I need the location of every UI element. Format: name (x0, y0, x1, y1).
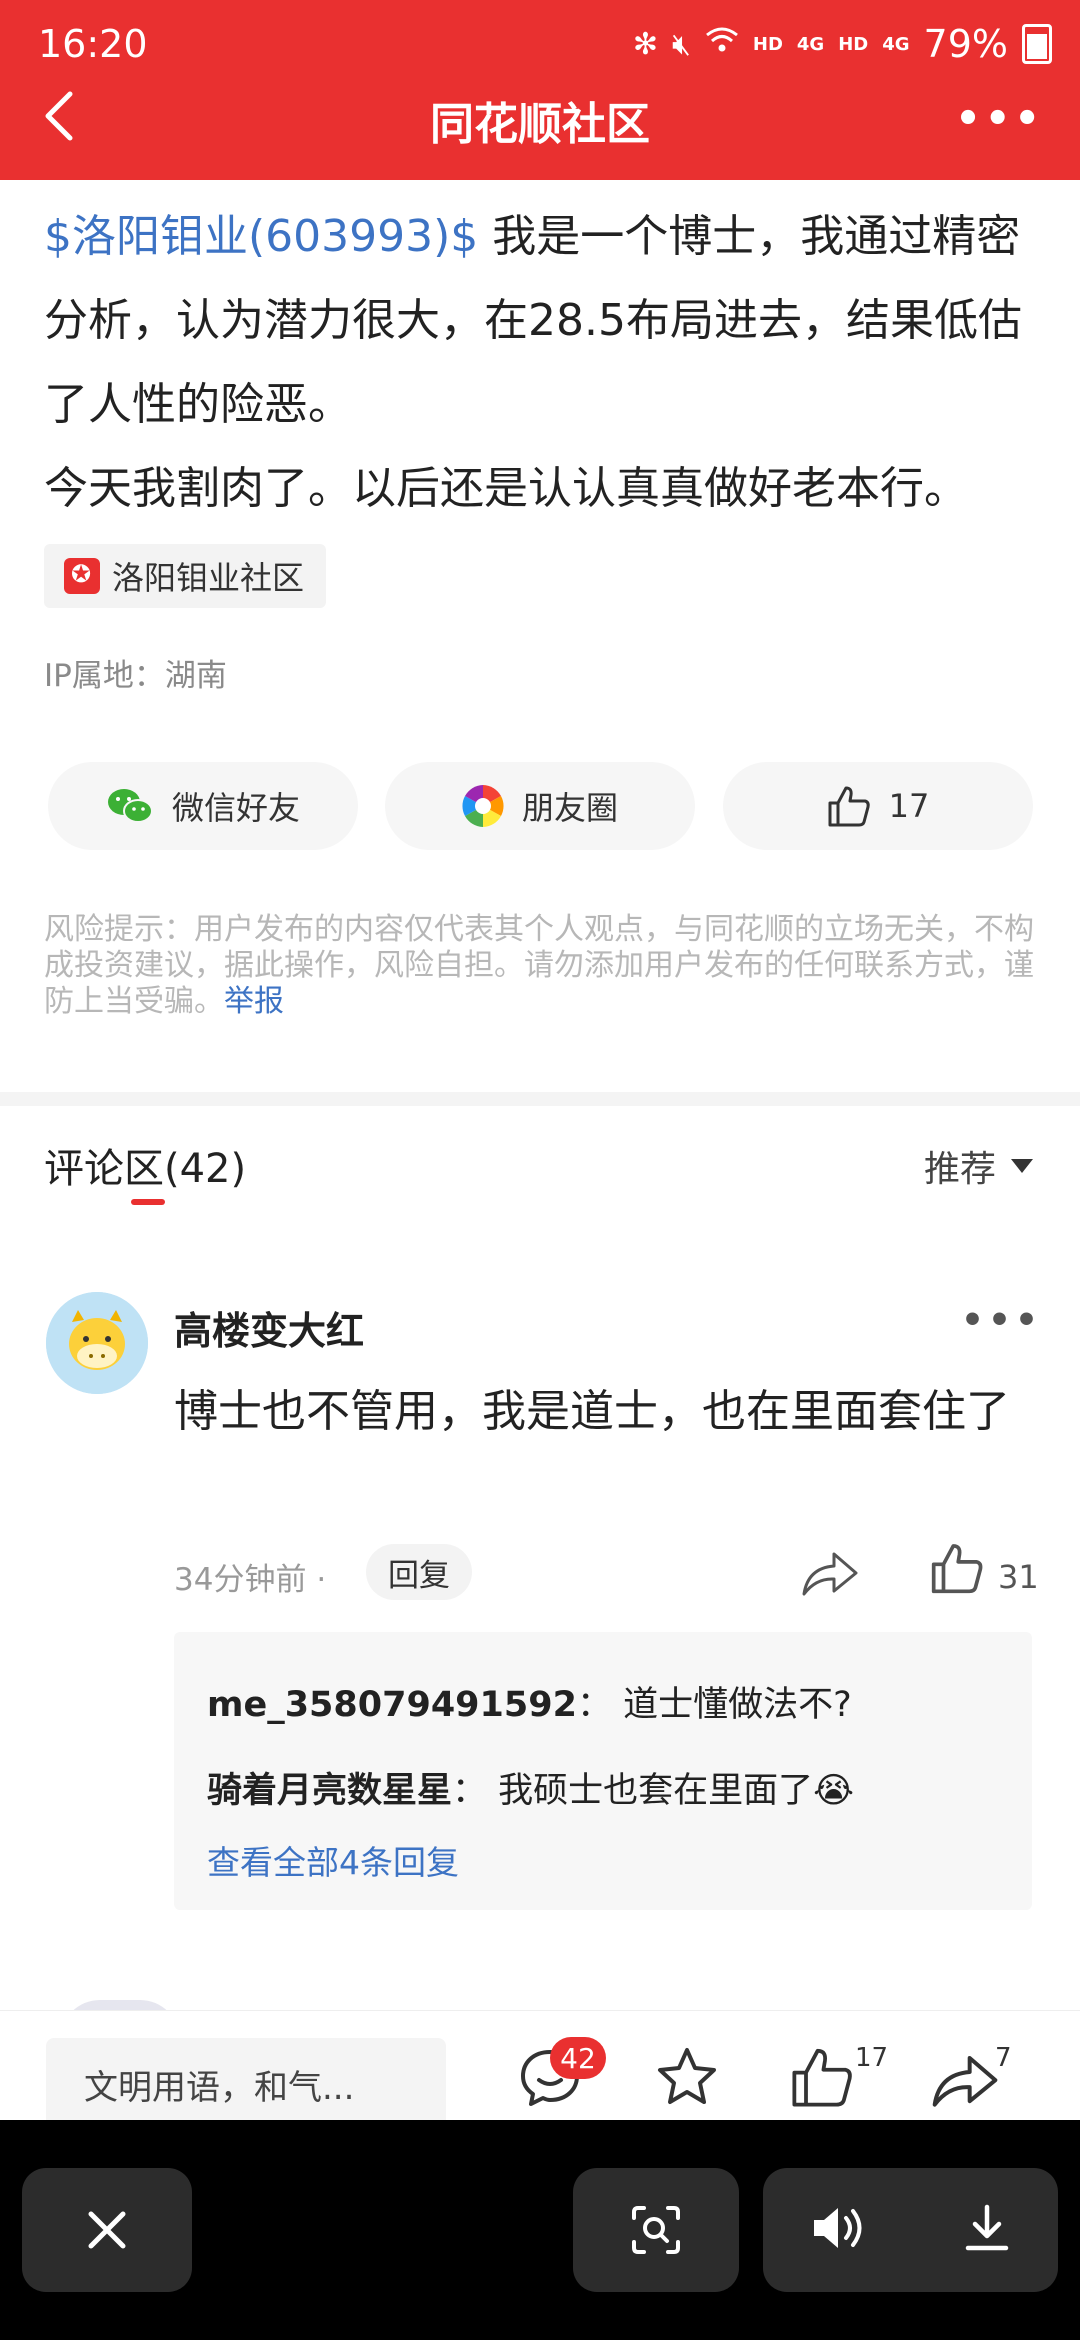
commenter-name[interactable]: 高楼变大红 (174, 1300, 364, 1355)
image-search-button[interactable] (573, 2168, 739, 2292)
network-type-2: HD (838, 33, 869, 55)
share-moments-button[interactable]: 朋友圈 (385, 762, 695, 850)
community-name: 洛阳钼业社区 (112, 559, 305, 597)
thumbs-up-icon (828, 786, 870, 827)
caret-down-icon (1011, 1159, 1033, 1173)
star-icon (658, 2048, 716, 2104)
comment-more-button[interactable]: ••• (961, 1300, 1042, 1341)
section-divider (0, 1092, 1080, 1106)
post-content: $洛阳钼业(603993)$ 我是一个博士，我通过精密分析，认为潜力很大，在28… (44, 195, 1044, 531)
sort-label: 推荐 (923, 1149, 996, 1190)
comments-tab-indicator (131, 1199, 165, 1205)
share-wechat-label: 微信好友 (171, 789, 300, 827)
close-icon (88, 2211, 126, 2249)
share-moments-label: 朋友圈 (521, 789, 618, 827)
download-icon (965, 2204, 1008, 2251)
bluetooth-icon: ✻ (632, 26, 658, 62)
post-body-2: 今天我割肉了。以后还是认认真真做好老本行。 (44, 463, 968, 514)
sort-dropdown[interactable]: 推荐 (924, 1140, 1034, 1192)
comment-time-text: 34分钟前 (174, 1562, 307, 1598)
reply-separator: ： (576, 1685, 612, 1725)
view-all-replies-link[interactable]: 查看全部4条回复 (207, 1836, 459, 1884)
comments-title: 评论区(42) (44, 1146, 247, 1192)
wifi-icon (705, 26, 739, 62)
speaker-button[interactable] (810, 2204, 868, 2256)
comment-time: 34分钟前 · (174, 1554, 326, 1599)
signal-type-2: 4G (882, 33, 910, 55)
page-title: 同花顺社区 (430, 99, 650, 150)
ip-location: IP属地：湖南 (44, 658, 227, 694)
lens-search-icon (632, 2206, 680, 2254)
share-arrow-icon (932, 2056, 998, 2107)
risk-text: 风险提示：用户发布的内容仅代表其个人观点，与同花顺的立场无关，不构成投资建议，据… (44, 912, 1034, 1019)
battery-percent: 79% (923, 22, 1008, 66)
comment-like-count: 31 (998, 1558, 1039, 1596)
share-button[interactable] (930, 2040, 1004, 2114)
favorite-button[interactable] (650, 2040, 724, 2114)
wechat-icon (107, 789, 153, 823)
reply-item[interactable]: me_358079491592： 道士懂做法不? (207, 1676, 852, 1727)
battery-icon (1022, 24, 1052, 64)
report-link[interactable]: 举报 (224, 984, 284, 1019)
risk-disclaimer: 风险提示：用户发布的内容仅代表其个人观点，与同花顺的立场无关，不构成投资建议，据… (44, 912, 1039, 1020)
share-arrow-icon (802, 1552, 858, 1596)
audio-download-group (763, 2168, 1058, 2292)
more-options-button[interactable]: ••• (955, 96, 1044, 142)
close-button[interactable] (22, 2168, 192, 2292)
download-button[interactable] (963, 2203, 1011, 2257)
comment-input[interactable]: 文明用语，和气... (46, 2038, 446, 2130)
reply-item[interactable]: 骑着月亮数星星： 我硕士也套在里面了😭 (207, 1762, 854, 1813)
moments-icon (462, 785, 504, 827)
speaker-icon (814, 2208, 862, 2248)
thumbs-up-icon (931, 1544, 983, 1594)
reply-text: 道士懂做法不? (623, 1685, 852, 1725)
status-time: 16:20 (38, 22, 148, 66)
bar-like-count: 17 (855, 2043, 889, 2073)
signal-type-1: 4G (796, 33, 825, 55)
commenter-avatar[interactable] (46, 1292, 148, 1394)
comment-share-button[interactable] (800, 1546, 860, 1602)
like-button[interactable] (790, 2040, 864, 2114)
post-like-count: 17 (888, 787, 930, 825)
reply-user[interactable]: me_358079491592 (207, 1685, 577, 1725)
comment-text: 博士也不管用，我是道士，也在里面套住了 (174, 1386, 1010, 1437)
thumbs-up-icon (792, 2048, 852, 2107)
bar-share-count: 7 (995, 2043, 1012, 2073)
reply-separator: ： (452, 1771, 488, 1811)
network-type-1: HD (752, 33, 783, 55)
reply-button[interactable]: 回复 (366, 1544, 472, 1600)
reply-user[interactable]: 骑着月亮数星星 (207, 1771, 452, 1811)
dot-separator: · (316, 1562, 327, 1598)
stock-tag-link[interactable]: $洛阳钼业(603993)$ (44, 211, 478, 262)
share-wechat-button[interactable]: 微信好友 (48, 762, 358, 850)
community-chip[interactable]: 洛阳钼业社区 (44, 544, 327, 608)
comment-like-button[interactable] (930, 1542, 984, 1598)
mute-icon: 🔇︎ (671, 26, 691, 62)
like-post-button[interactable]: 17 (723, 762, 1033, 850)
community-logo-icon (64, 558, 100, 594)
reply-text: 我硕士也套在里面了😭 (498, 1771, 855, 1811)
status-icons: ✻ 🔇︎ HD 4G HD 4G 79% (633, 22, 1052, 66)
comment-count-badge: 42 (550, 2037, 606, 2079)
cow-avatar-icon (46, 1292, 148, 1394)
